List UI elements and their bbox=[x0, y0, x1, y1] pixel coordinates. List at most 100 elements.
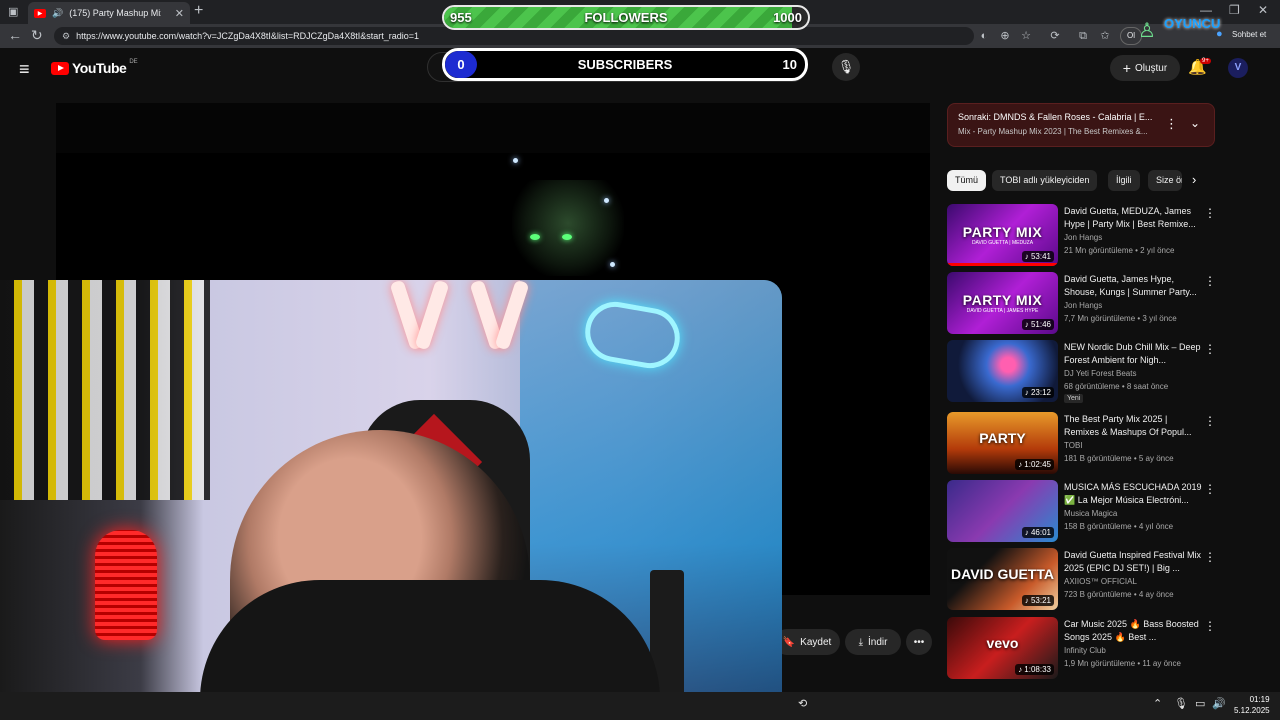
more-options-icon[interactable]: ⋮ bbox=[1204, 206, 1216, 220]
subscribers-label: SUBSCRIBERS bbox=[577, 57, 673, 72]
recommendation-item[interactable]: ♪ 23:12 NEW Nordic Dub Chill Mix – Deep F… bbox=[947, 340, 1222, 404]
video-title[interactable]: NEW Nordic Dub Chill Mix – Deep Forest A… bbox=[1064, 341, 1202, 367]
video-thumbnail[interactable]: vevo ♪ 1:08:33 bbox=[947, 617, 1058, 679]
tab-audio-icon[interactable]: 🔊 bbox=[52, 8, 63, 19]
avatar[interactable]: V bbox=[1228, 58, 1248, 78]
video-thumbnail[interactable]: ♪ 23:12 bbox=[947, 340, 1058, 402]
webcam-neon-light bbox=[414, 280, 450, 351]
more-options-icon[interactable]: ⋮ bbox=[1204, 619, 1216, 633]
video-thumbnail[interactable]: PARTY MIX DAVID GUETTA | JAMES HYPE ♪ 51:4… bbox=[947, 272, 1058, 334]
save-button[interactable]: 🔖 Kaydet bbox=[774, 629, 840, 655]
video-title[interactable]: MUSICA MÁS ESCUCHADA 2019 ✅ La Mejor Mús… bbox=[1064, 481, 1202, 507]
notification-badge: 9+ bbox=[1200, 58, 1211, 64]
video-meta: 21 Mn görüntüleme • 2 yıl önce bbox=[1064, 246, 1175, 255]
back-button[interactable]: ← bbox=[8, 27, 22, 43]
translate-icon[interactable]: ◐ bbox=[977, 29, 991, 43]
youtube-favicon-icon: ▶ bbox=[34, 8, 46, 18]
more-options-icon[interactable]: ⋮ bbox=[1204, 342, 1216, 356]
region-code: DE bbox=[129, 59, 138, 65]
youtube-play-icon bbox=[51, 61, 69, 75]
youtube-logo[interactable]: YouTube DE bbox=[51, 59, 138, 76]
chip-related[interactable]: İlgili bbox=[1108, 170, 1140, 191]
tab-title: (175) Party Mashup Mix 2023 bbox=[69, 8, 161, 18]
video-title[interactable]: The Best Party Mix 2025 | Remixes & Mash… bbox=[1064, 413, 1202, 439]
zoom-icon[interactable]: ⊕ bbox=[998, 29, 1012, 43]
tray-display-icon[interactable]: ▭ bbox=[1195, 697, 1205, 710]
video-thumbnail[interactable]: ♪ 46:01 bbox=[947, 480, 1058, 542]
bookmark-icon: 🔖 bbox=[782, 636, 796, 648]
youtube-logo-text: YouTube bbox=[72, 60, 127, 76]
recommendation-item[interactable]: ♪ 46:01 MUSICA MÁS ESCUCHADA 2019 ✅ La Me… bbox=[947, 480, 1222, 544]
tab-close-icon[interactable]: ✕ bbox=[175, 7, 184, 20]
tray-mic-icon[interactable]: 🎙 bbox=[1174, 697, 1188, 710]
recommendation-item[interactable]: PARTY ♪ 1:02:45 The Best Party Mix 2025 | … bbox=[947, 412, 1222, 476]
subscribers-goal: 10 bbox=[782, 57, 797, 72]
channel-name[interactable]: AXIIOS™ OFFICIAL bbox=[1064, 577, 1137, 586]
minimize-icon[interactable]: — bbox=[1200, 3, 1212, 17]
video-title[interactable]: David Guetta, MEDUZA, James Hype | Party… bbox=[1064, 205, 1202, 231]
taskbar-clock[interactable]: 01:19 5.12.2025 bbox=[1234, 694, 1270, 716]
recommendation-item[interactable]: DAVID GUETTA ♪ 53:21 David Guetta Inspired… bbox=[947, 548, 1222, 612]
video-title[interactable]: David Guetta Inspired Festival Mix 2025 … bbox=[1064, 549, 1202, 575]
video-thumbnail[interactable]: PARTY MIX DAVID GUETTA | MEDUZA ♪ 53:41 bbox=[947, 204, 1058, 266]
chip-all[interactable]: Tümü bbox=[947, 170, 987, 191]
video-title[interactable]: Car Music 2025 🔥 Bass Boosted Songs 2025… bbox=[1064, 618, 1202, 644]
download-button[interactable]: ⤓ İndir bbox=[845, 629, 901, 655]
up-next-more-icon[interactable]: ⋮ bbox=[1165, 116, 1178, 132]
webcam-microphone bbox=[95, 530, 157, 640]
channel-name[interactable]: Infinity Club bbox=[1064, 646, 1106, 655]
video-light-spark bbox=[610, 262, 615, 267]
site-info-icon[interactable]: ⚙ bbox=[62, 31, 70, 42]
more-options-icon[interactable]: ⋮ bbox=[1204, 550, 1216, 564]
favorites-icon[interactable]: ✩ bbox=[1098, 29, 1112, 43]
browser-tab-active[interactable]: ▶ 🔊 (175) Party Mashup Mix 2023 ✕ bbox=[28, 2, 190, 24]
taskbar-app-icon[interactable]: ⟲ bbox=[798, 697, 807, 710]
chip-uploader[interactable]: TOBI adlı yükleyiciden bbox=[992, 170, 1098, 191]
more-options-icon[interactable]: ⋮ bbox=[1204, 482, 1216, 496]
tab-actions-icon[interactable]: ▣ bbox=[8, 5, 18, 18]
webcam-jerseys bbox=[0, 280, 210, 500]
recommendation-item[interactable]: vevo ♪ 1:08:33 Car Music 2025 🔥 Bass Boost… bbox=[947, 617, 1222, 681]
video-title[interactable]: David Guetta, James Hype, Shouse, Kungs … bbox=[1064, 273, 1202, 299]
video-thumbnail[interactable]: DAVID GUETTA ♪ 53:21 bbox=[947, 548, 1058, 610]
tray-chevron-icon[interactable]: ⌃ bbox=[1153, 697, 1162, 710]
video-meta: 1,9 Mn görüntüleme • 11 ay önce bbox=[1064, 659, 1181, 668]
up-next-title: Sonraki: DMNDS & Fallen Roses - Calabria… bbox=[958, 112, 1153, 122]
more-options-icon[interactable]: ⋮ bbox=[1204, 414, 1216, 428]
chevron-down-icon[interactable]: ⌄ bbox=[1190, 116, 1200, 130]
tray-volume-icon[interactable]: 🔊 bbox=[1212, 697, 1226, 710]
reload-button[interactable]: ↻ bbox=[31, 27, 43, 44]
channel-name[interactable]: Jon Hangs bbox=[1064, 301, 1102, 310]
close-window-icon[interactable]: ✕ bbox=[1258, 3, 1268, 17]
duration-badge: ♪ 53:21 bbox=[1021, 595, 1054, 606]
video-light-spark bbox=[513, 158, 518, 163]
download-label: İndir bbox=[867, 636, 888, 648]
taskbar-time: 01:19 bbox=[1249, 695, 1270, 704]
video-thumbnail[interactable]: PARTY ♪ 1:02:45 bbox=[947, 412, 1058, 474]
maximize-icon[interactable]: ❐ bbox=[1229, 3, 1240, 17]
channel-name[interactable]: DJ Yeti Forest Beats bbox=[1064, 369, 1136, 378]
channel-name[interactable]: Musica Magica bbox=[1064, 509, 1117, 518]
more-actions-button[interactable]: ••• bbox=[906, 629, 932, 655]
channel-name[interactable]: Jon Hangs bbox=[1064, 233, 1102, 242]
recommendation-item[interactable]: PARTY MIX DAVID GUETTA | MEDUZA ♪ 53:41 Dav… bbox=[947, 204, 1222, 268]
more-options-icon[interactable]: ⋮ bbox=[1204, 274, 1216, 288]
video-robot-figure bbox=[512, 180, 624, 276]
voice-search-button[interactable]: 🎙 bbox=[832, 53, 860, 81]
subscribers-goal-bar: 0 SUBSCRIBERS 10 bbox=[442, 48, 808, 81]
new-tab-button[interactable]: + bbox=[194, 2, 203, 20]
duration-badge: ♪ 1:08:33 bbox=[1015, 664, 1054, 675]
up-next-subtitle: Mix - Party Mashup Mix 2023 | The Best R… bbox=[958, 127, 1148, 136]
menu-icon[interactable]: ≡ bbox=[19, 59, 30, 80]
chat-button-label[interactable]: Sohbet et bbox=[1232, 30, 1266, 39]
bookmark-star-icon[interactable]: ☆ bbox=[1019, 29, 1033, 43]
recommendation-item[interactable]: PARTY MIX DAVID GUETTA | JAMES HYPE ♪ 51:4… bbox=[947, 272, 1222, 336]
url-text: https://www.youtube.com/watch?v=JCZgDa4X… bbox=[76, 31, 419, 41]
chip-recommended[interactable]: Size önerilenler bbox=[1148, 170, 1182, 191]
chevron-right-icon[interactable]: › bbox=[1192, 172, 1196, 187]
create-button[interactable]: + Oluştur bbox=[1110, 55, 1180, 81]
extensions-icon[interactable]: ⟳ bbox=[1048, 29, 1062, 43]
split-screen-icon[interactable]: ⧉ bbox=[1076, 29, 1090, 43]
channel-name[interactable]: TOBI bbox=[1064, 441, 1083, 450]
robot-eye-left bbox=[530, 234, 540, 240]
